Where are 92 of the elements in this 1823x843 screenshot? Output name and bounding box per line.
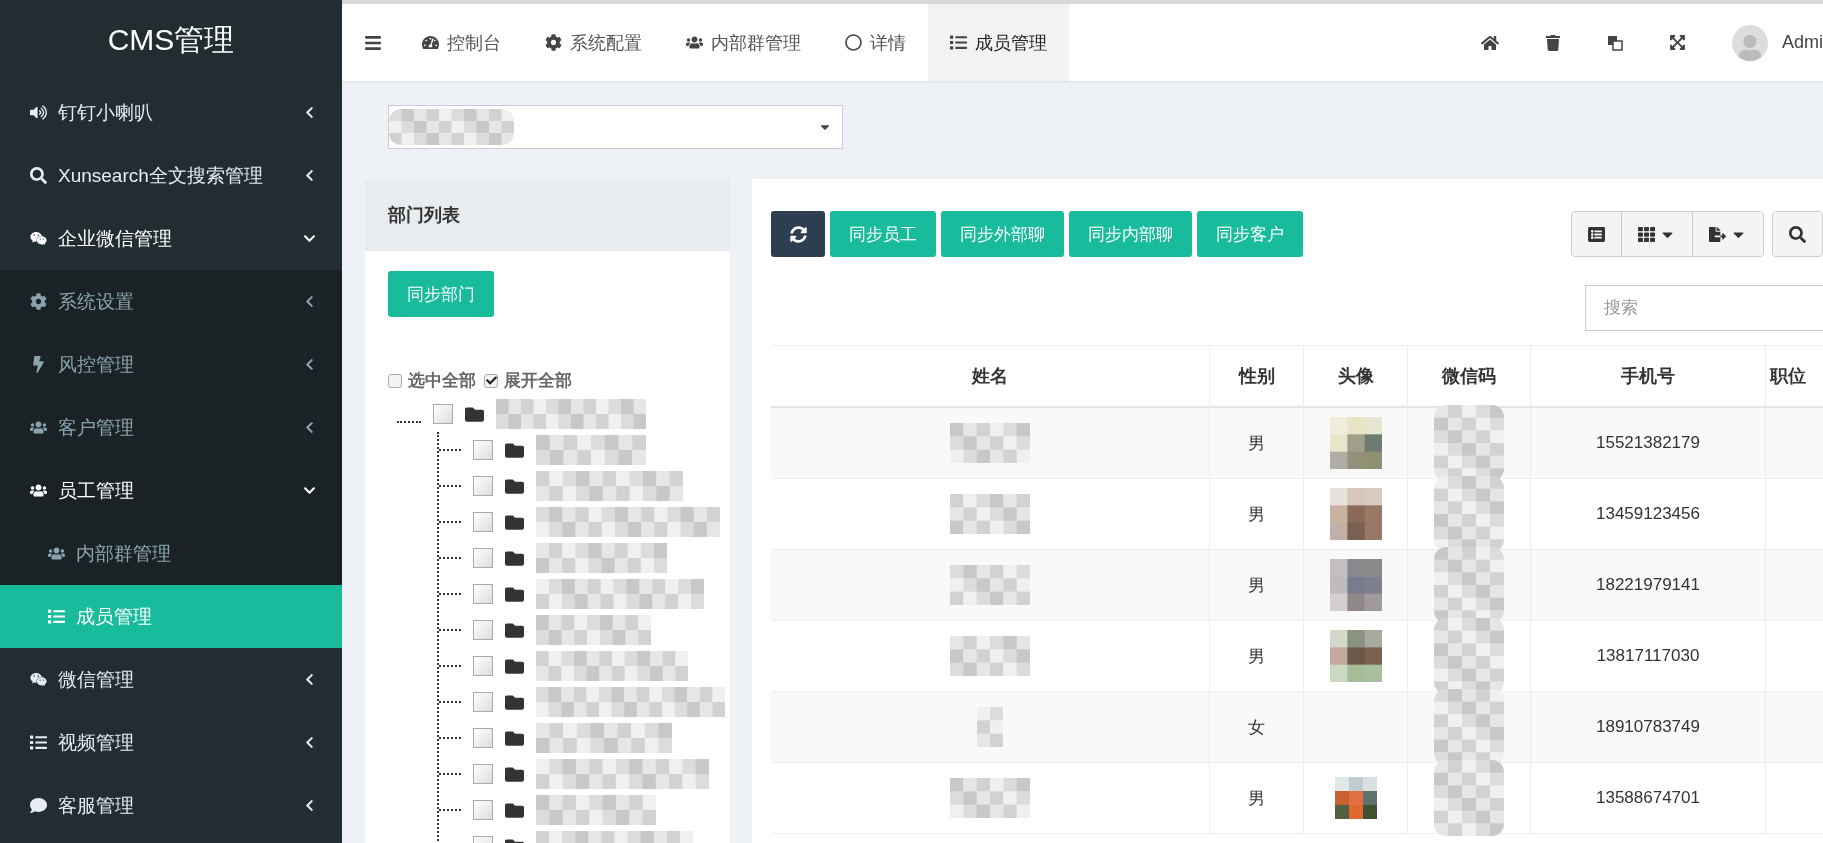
users-icon (686, 34, 703, 51)
chevron-left-icon (303, 673, 316, 686)
search-icon[interactable] (1773, 212, 1822, 256)
table-cell: 13588674701 (1531, 763, 1766, 834)
folder-icon (505, 728, 524, 748)
folder-icon (465, 404, 484, 424)
search-icon (28, 167, 48, 184)
tree-checkbox[interactable] (473, 512, 493, 532)
menu-icon[interactable] (364, 33, 382, 52)
tree-checkbox[interactable] (473, 764, 493, 784)
chevron-left-icon (303, 358, 316, 371)
table-cell: 男 (1210, 763, 1304, 834)
table-cell: 男 (1210, 408, 1304, 479)
folder-icon (505, 800, 524, 820)
tree-checkbox[interactable] (473, 548, 493, 568)
folder-icon (505, 692, 524, 712)
table-cell: 18221979141 (1531, 550, 1766, 621)
search-field[interactable]: 搜索 (1585, 285, 1823, 331)
refresh-button[interactable] (771, 211, 825, 257)
chevron-left-icon (303, 799, 316, 812)
sidebar-item[interactable]: 客户管理 (0, 396, 342, 459)
checkbox[interactable] (388, 373, 402, 388)
list-icon (950, 34, 967, 51)
user-avatar[interactable] (1732, 24, 1768, 61)
trash-icon[interactable] (1545, 34, 1561, 51)
users-icon (46, 545, 66, 562)
list-view-icon[interactable] (1572, 212, 1621, 256)
folder-icon (505, 620, 524, 640)
list-icon (46, 608, 66, 625)
gear-icon (28, 293, 48, 310)
folder-icon (505, 584, 524, 604)
export-icon[interactable] (1692, 212, 1763, 256)
chevron-left-icon (303, 295, 316, 308)
nav-tab[interactable]: 系统配置 (523, 4, 664, 81)
chat-bubbles-icon (28, 230, 48, 247)
table-cell: 15521382179 (1531, 408, 1766, 479)
nav-tab[interactable]: 成员管理 (928, 4, 1069, 81)
nav-tab[interactable]: 详情 (823, 4, 928, 81)
checkbox-label: 选中全部 (408, 370, 476, 392)
table-cell: 18910783749 (1531, 692, 1766, 763)
fullscreen-icon[interactable] (1669, 34, 1686, 51)
speaker-icon (28, 104, 48, 121)
folder-icon (505, 548, 524, 568)
gauge-icon (422, 34, 439, 51)
chevron-left-icon (303, 736, 316, 749)
tree-checkbox[interactable] (473, 728, 493, 748)
nav-tab[interactable]: 内部群管理 (664, 4, 823, 81)
list-icon (28, 734, 48, 751)
table-cell: 男 (1210, 479, 1304, 550)
folder-icon (505, 764, 524, 784)
tree-checkbox[interactable] (473, 440, 493, 460)
chevron-down-icon (303, 484, 316, 497)
gear-icon (545, 34, 562, 51)
tree-checkbox[interactable] (473, 476, 493, 496)
folder-icon (505, 476, 524, 496)
chevron-left-icon (303, 106, 316, 119)
columns-icon[interactable] (1621, 212, 1692, 256)
chevron-left-icon (303, 169, 316, 182)
chevron-down-icon (303, 232, 316, 245)
tree-checkbox[interactable] (473, 800, 493, 820)
table-cell: 13459123456 (1531, 479, 1766, 550)
users-icon (28, 482, 48, 499)
sidebar-item[interactable]: 内部群管理 (0, 522, 342, 585)
sidebar-item[interactable]: 员工管理 (0, 459, 342, 522)
tree-checkbox[interactable] (433, 404, 453, 424)
panel-title: 部门列表 (365, 179, 730, 251)
checkbox[interactable] (484, 373, 498, 388)
select-field[interactable] (388, 105, 843, 149)
tree-checkbox[interactable] (473, 656, 493, 676)
tree-checkbox[interactable] (473, 584, 493, 604)
users-icon (28, 419, 48, 436)
sidebar-item[interactable]: 风控管理 (0, 333, 342, 396)
table-cell: 女 (1210, 692, 1304, 763)
table-cell: 男 (1210, 621, 1304, 692)
folder-icon (505, 512, 524, 532)
table-cell: 13817117030 (1531, 621, 1766, 692)
home-icon[interactable] (1481, 33, 1499, 52)
refresh-icon (789, 225, 807, 243)
tree-checkbox[interactable] (473, 620, 493, 640)
user-name[interactable]: Admi (1782, 32, 1823, 53)
speech-bubble-icon (28, 797, 48, 814)
blurred-text (977, 707, 1003, 747)
nav-tab[interactable]: 控制台 (400, 4, 523, 81)
app-title: CMS管理 (106, 22, 236, 58)
folder-icon (505, 440, 524, 460)
checkbox-label: 展开全部 (504, 370, 572, 392)
sidebar-item[interactable]: 系统设置 (0, 270, 342, 333)
tree-checkbox[interactable] (473, 692, 493, 712)
chat-bubbles-icon (28, 671, 48, 688)
table-cell: 男 (1210, 550, 1304, 621)
chevron-left-icon (303, 421, 316, 434)
folder-icon (505, 656, 524, 676)
